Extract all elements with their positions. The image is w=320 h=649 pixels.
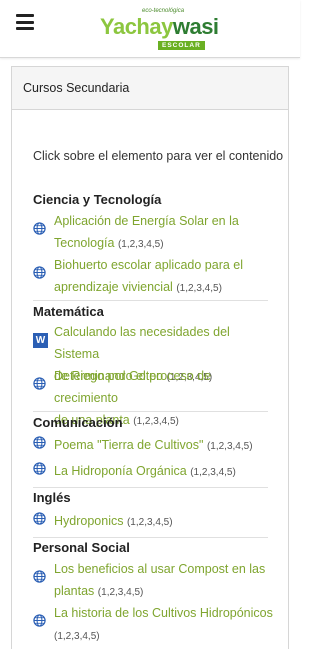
globe-icon [33, 377, 46, 390]
course-title-line2[interactable]: aprendizaje viviencial [54, 280, 173, 294]
instruction-text: Click sobre el elemento para ver el cont… [33, 149, 284, 163]
course-link-text[interactable]: Hydroponics (1,2,3,4,5) [54, 510, 274, 534]
course-title-line1[interactable]: Biohuerto escolar aplicado para el [54, 258, 243, 272]
section-title: Comunicación [33, 415, 123, 430]
globe-icon [33, 222, 46, 235]
logo-name-part1: Yachay [100, 14, 173, 39]
globe-icon [33, 266, 46, 279]
logo-wordmark: Yachaywasi [100, 14, 219, 40]
course-title-line1[interactable]: Calculando las necesidades del Sistema [54, 325, 230, 361]
course-grades: (1,2,3,4,5) [190, 467, 236, 478]
course-title-line1[interactable]: Determinando el proceso de crecimiento [54, 369, 211, 405]
course-title-line1[interactable]: Poema "Tierra de Cultivos" [54, 438, 203, 452]
logo-name-part2: wasi [172, 14, 219, 39]
course-link-text[interactable]: La Hidroponía Orgánica (1,2,3,4,5) [54, 460, 274, 484]
section-comunicacion: Comunicación [33, 412, 289, 434]
course-link-text[interactable]: Poema "Tierra de Cultivos" (1,2,3,4,5) [54, 434, 274, 458]
hamburger-menu-icon[interactable] [16, 14, 34, 30]
word-doc-icon: W [33, 333, 48, 348]
globe-icon [33, 462, 46, 475]
course-link-text[interactable]: Aplicación de Energía Solar en la Tecnol… [54, 210, 274, 256]
course-link-text[interactable]: La historia de los Cultivos Hidropónicos… [54, 602, 274, 648]
course-title-line1[interactable]: Los beneficios al usar Compost en las [54, 562, 265, 576]
yachaywasi-logo[interactable]: eco-tecnológica Yachaywasi ESCOLAR [100, 8, 219, 50]
section-title: Matemática [33, 304, 104, 319]
course-grades: (1,2,3,4,5) [126, 517, 173, 528]
course-grades: (1,2,3,4,5) [117, 239, 164, 250]
course-link-text[interactable]: Los beneficios al usar Compost en las pl… [54, 558, 274, 604]
globe-icon [33, 614, 46, 627]
course-grades: (1,2,3,4,5) [206, 441, 253, 452]
top-app-bar: eco-tecnológica Yachaywasi ESCOLAR [0, 0, 300, 58]
logo-badge: ESCOLAR [158, 41, 205, 50]
course-title-line2[interactable]: plantas [54, 584, 94, 598]
card-title: Cursos Secundaria [12, 67, 288, 110]
section-ingles: Inglés [33, 487, 289, 509]
course-title-line1[interactable]: La Hidroponía Orgánica [54, 464, 187, 478]
course-title-line2[interactable]: Tecnología [54, 236, 114, 250]
course-title-line1[interactable]: La historia de los Cultivos Hidropónicos [54, 606, 273, 620]
section-personal-social: Personal Social [33, 537, 289, 559]
globe-icon [33, 436, 46, 449]
globe-icon [33, 512, 46, 525]
courses-card: Cursos Secundaria Click sobre el element… [11, 66, 289, 649]
section-matematica: Matemática [33, 301, 289, 323]
section-title: Personal Social [33, 540, 130, 555]
course-grades: (1,2,3,4,5) [54, 631, 100, 642]
course-title-line1[interactable]: Aplicación de Energía Solar en la [54, 214, 239, 228]
course-title-line1[interactable]: Hydroponics [54, 514, 123, 528]
course-grades: (1,2,3,4,5) [176, 283, 222, 294]
section-ciencia-tecnologia: Ciencia y Tecnología [33, 189, 289, 211]
section-title: Inglés [33, 490, 71, 505]
globe-icon [33, 570, 46, 583]
course-grades: (1,2,3,4,5) [97, 587, 144, 598]
course-link-text[interactable]: Biohuerto escolar aplicado para el apren… [54, 254, 274, 300]
section-title: Ciencia y Tecnología [33, 192, 162, 207]
